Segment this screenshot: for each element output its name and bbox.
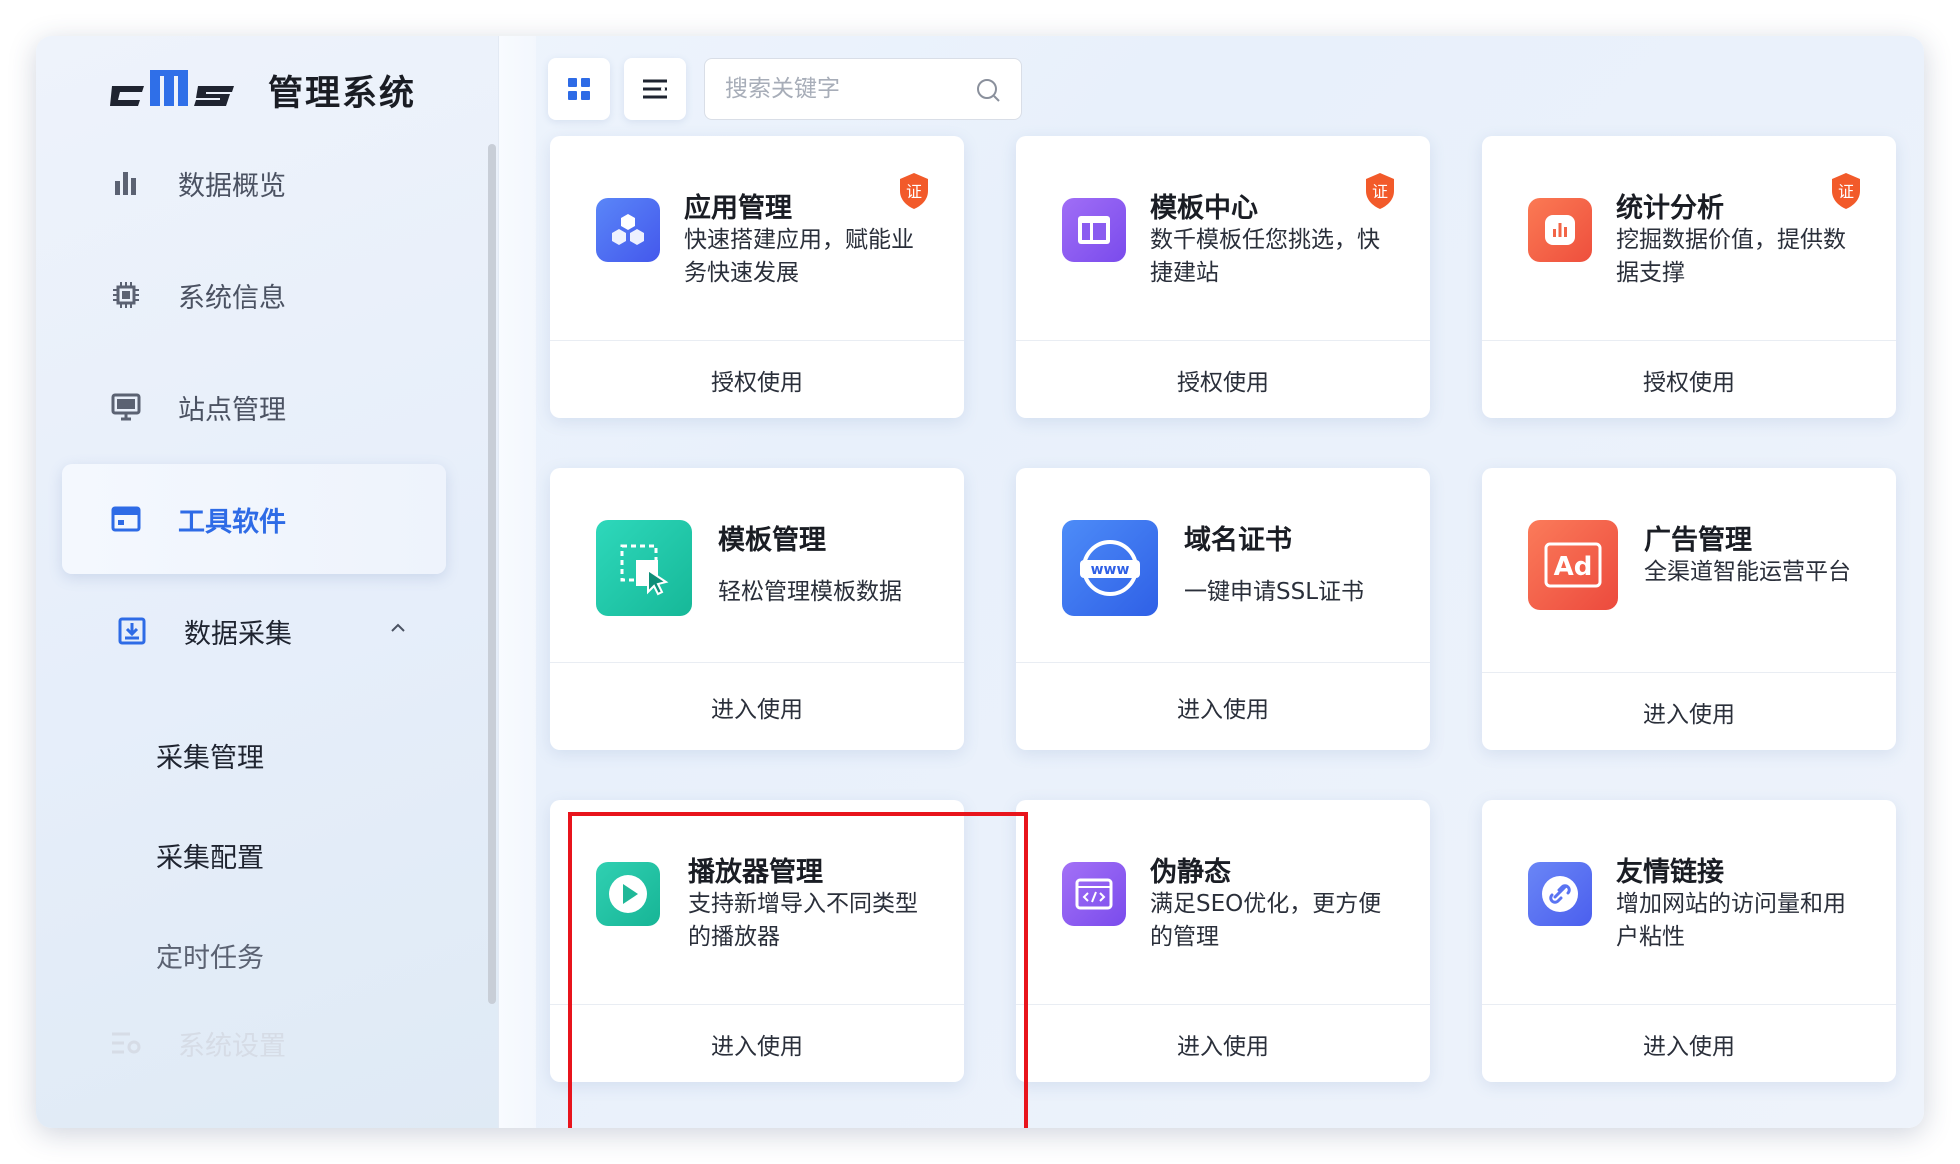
grid-view-button[interactable] — [548, 58, 610, 120]
app-window: 管理系统 数据概览 系统信息 站点管理 工具软件 数据采集 采集管理 采集配置 … — [36, 36, 1924, 1128]
bar-chart-icon — [110, 167, 142, 199]
card-domain-certificate[interactable]: www 域名证书 一键申请SSL证书 进入使用 — [1016, 468, 1430, 750]
sidebar-scrollbar[interactable] — [488, 144, 496, 1004]
card-ad-management[interactable]: Ad 广告管理 全渠道智能运营平台 进入使用 — [1482, 468, 1896, 750]
certificate-badge-icon: 证 — [1366, 173, 1394, 209]
card-description: 轻松管理模板数据 — [718, 579, 902, 605]
card-description: 全渠道智能运营平台 — [1644, 559, 1851, 585]
card-statistics-analysis[interactable]: 统计分析 挖掘数据价值，提供数据支撑 证 授权使用 — [1482, 136, 1896, 418]
search-icon[interactable] — [975, 77, 1001, 103]
card-title: 播放器管理 — [688, 857, 823, 888]
sidebar-subitem-collection-management[interactable]: 采集管理 — [156, 736, 264, 775]
sidebar-item-tools[interactable]: 工具软件 — [62, 464, 446, 574]
app-title: 管理系统 — [268, 73, 417, 114]
sidebar-divider — [498, 36, 536, 1128]
layout-icon — [1062, 198, 1126, 262]
sidebar-item-system-settings[interactable]: 系统设置 — [62, 988, 446, 1098]
card-title: 域名证书 — [1184, 525, 1292, 556]
chevron-up-icon[interactable] — [390, 620, 406, 636]
card-title: 应用管理 — [684, 193, 792, 224]
card-description: 数千模板任您挑选，快捷建站 — [1150, 227, 1380, 286]
card-action-button[interactable]: 进入使用 — [1016, 662, 1430, 750]
card-action-button[interactable]: 授权使用 — [1482, 340, 1896, 418]
sidebar-item-label: 数据采集 — [184, 618, 292, 650]
window-icon — [110, 503, 142, 535]
card-title: 广告管理 — [1644, 525, 1752, 556]
card-title: 友情链接 — [1616, 857, 1724, 888]
card-title: 伪静态 — [1150, 857, 1231, 888]
svg-text:证: 证 — [906, 182, 922, 201]
card-player-management[interactable]: 播放器管理 支持新增导入不同类型的播放器 进入使用 — [550, 800, 964, 1082]
card-description: 支持新增导入不同类型的播放器 — [688, 891, 918, 950]
www-icon: www — [1062, 520, 1158, 616]
svg-text:证: 证 — [1838, 182, 1854, 201]
sidebar-subitem-collection-config[interactable]: 采集配置 — [156, 836, 264, 875]
svg-text:www: www — [1091, 562, 1130, 578]
search-input[interactable] — [725, 76, 965, 102]
sidebar-item-label: 系统设置 — [178, 1030, 286, 1062]
chip-icon — [110, 279, 142, 311]
select-cursor-icon — [596, 520, 692, 616]
card-action-button[interactable]: 进入使用 — [550, 662, 964, 750]
cubes-icon — [596, 198, 660, 262]
card-description: 满足SEO优化，更方便的管理 — [1150, 891, 1382, 950]
list-icon — [643, 79, 667, 99]
card-action-button[interactable]: 进入使用 — [1482, 1004, 1896, 1082]
card-action-button[interactable]: 授权使用 — [550, 340, 964, 418]
card-app-management[interactable]: 应用管理 快速搭建应用，赋能业务快速发展 证 授权使用 — [550, 136, 964, 418]
card-template-management[interactable]: 模板管理 轻松管理模板数据 进入使用 — [550, 468, 964, 750]
logo: 管理系统 — [110, 60, 416, 120]
card-title: 模板中心 — [1150, 193, 1258, 224]
card-description: 挖掘数据价值，提供数据支撑 — [1616, 227, 1846, 286]
sidebar-subitem-scheduled-tasks[interactable]: 定时任务 — [156, 936, 264, 975]
card-template-center[interactable]: 模板中心 数千模板任您挑选，快捷建站 证 授权使用 — [1016, 136, 1430, 418]
search-box — [704, 58, 1022, 120]
sidebar-item-label: 系统信息 — [178, 282, 286, 314]
ad-icon: Ad — [1528, 520, 1618, 610]
analytics-icon — [1528, 198, 1592, 262]
settings-list-icon — [110, 1027, 142, 1059]
card-description: 一键申请SSL证书 — [1184, 579, 1365, 605]
sidebar-item-label: 站点管理 — [178, 394, 286, 426]
link-icon — [1528, 862, 1592, 926]
card-action-button[interactable]: 进入使用 — [1482, 672, 1896, 750]
svg-text:证: 证 — [1372, 182, 1388, 201]
monitor-icon — [110, 391, 142, 423]
sidebar-item-label: 工具软件 — [178, 506, 286, 538]
sidebar: 管理系统 数据概览 系统信息 站点管理 工具软件 数据采集 采集管理 采集配置 … — [36, 36, 498, 1128]
download-box-icon — [116, 615, 148, 647]
card-action-button[interactable]: 授权使用 — [1016, 340, 1430, 418]
card-title: 统计分析 — [1616, 193, 1724, 224]
card-description: 快速搭建应用，赋能业务快速发展 — [684, 227, 914, 286]
code-window-icon — [1062, 862, 1126, 926]
play-icon — [596, 862, 660, 926]
card-friendly-links[interactable]: 友情链接 增加网站的访问量和用户粘性 进入使用 — [1482, 800, 1896, 1082]
sidebar-item-data-collection[interactable]: 数据采集 — [62, 576, 446, 686]
grid-icon — [568, 78, 590, 100]
sidebar-item-label: 数据概览 — [178, 170, 286, 202]
card-action-button[interactable]: 进入使用 — [1016, 1004, 1430, 1082]
sidebar-item-system-info[interactable]: 系统信息 — [62, 240, 446, 350]
list-view-button[interactable] — [624, 58, 686, 120]
card-title: 模板管理 — [718, 525, 826, 556]
card-action-button[interactable]: 进入使用 — [550, 1004, 964, 1082]
certificate-badge-icon: 证 — [900, 173, 928, 209]
certificate-badge-icon: 证 — [1832, 173, 1860, 209]
cms-logo-icon — [110, 70, 234, 106]
svg-text:Ad: Ad — [1554, 552, 1593, 582]
card-description: 增加网站的访问量和用户粘性 — [1616, 891, 1846, 950]
card-pseudo-static[interactable]: 伪静态 满足SEO优化，更方便的管理 进入使用 — [1016, 800, 1430, 1082]
sidebar-item-site-management[interactable]: 站点管理 — [62, 352, 446, 462]
sidebar-item-data-overview[interactable]: 数据概览 — [62, 128, 446, 238]
